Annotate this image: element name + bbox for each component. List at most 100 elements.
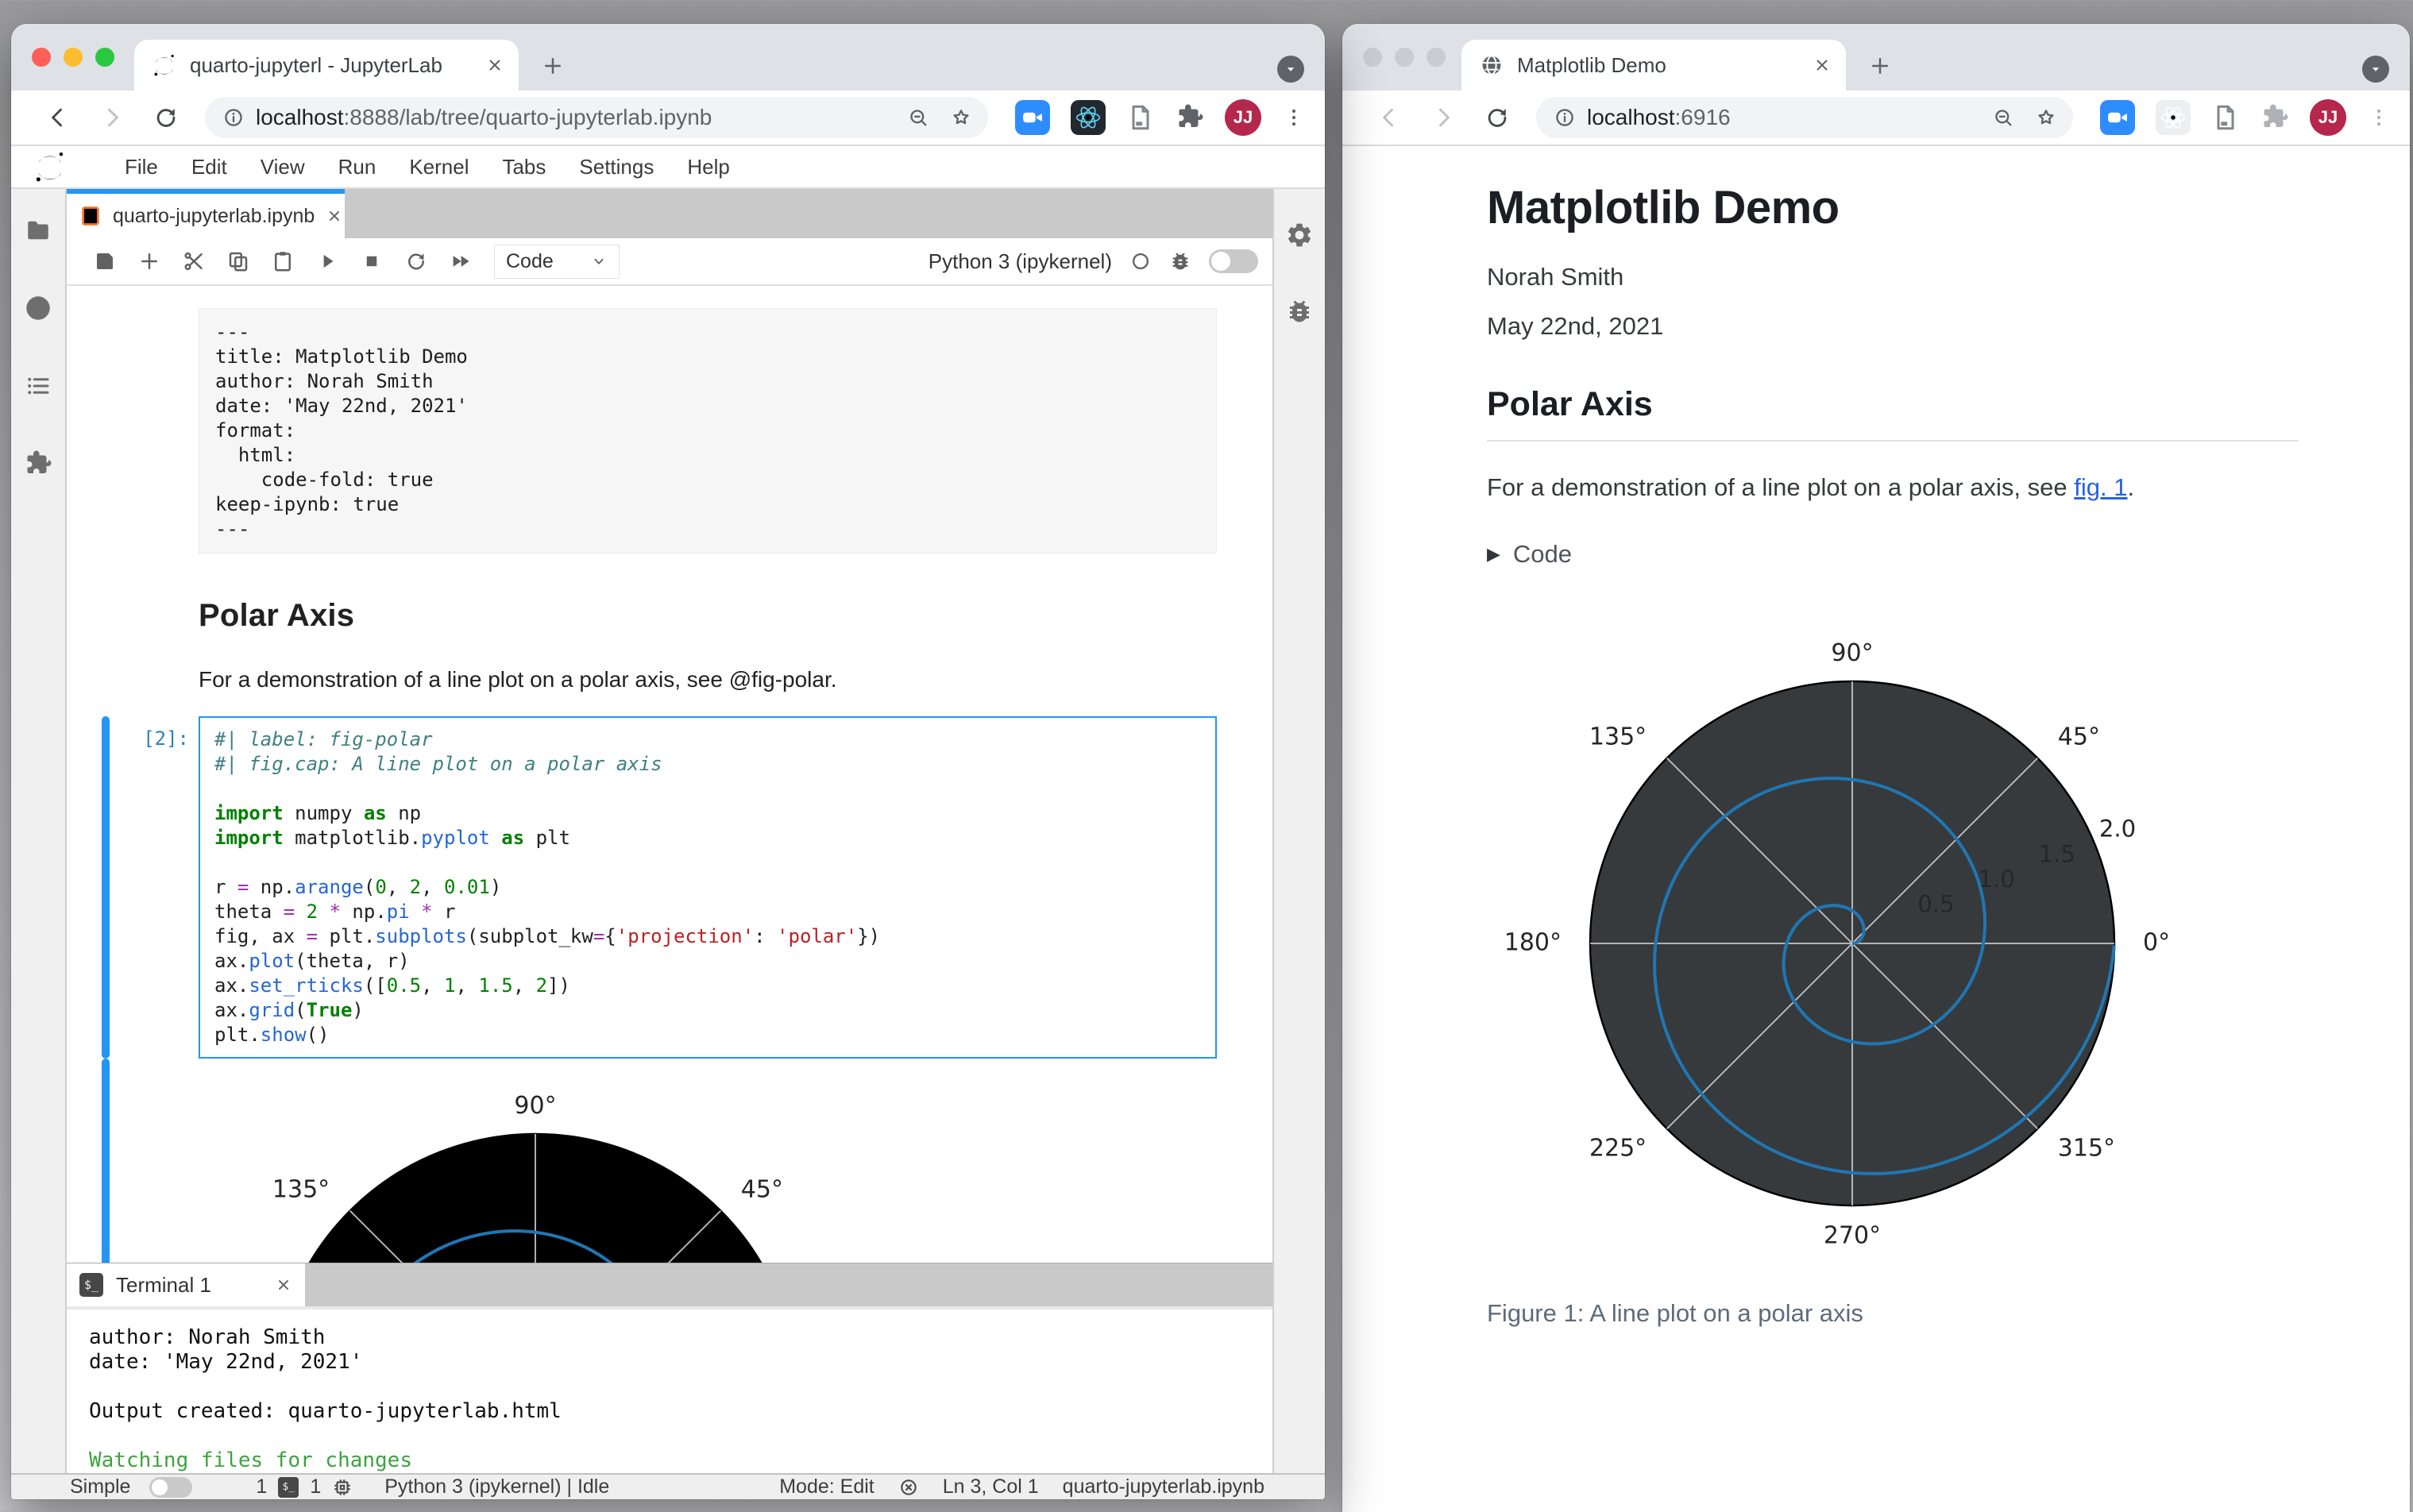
input-collapser[interactable]	[102, 716, 110, 1059]
traffic-lights[interactable]	[1363, 48, 1446, 67]
browser-menu-icon[interactable]	[2367, 106, 2391, 129]
zoom-window-button[interactable]	[1427, 48, 1446, 67]
figure-link[interactable]: fig. 1	[2074, 473, 2127, 501]
paste-cells-button[interactable]	[271, 249, 295, 273]
code-cell[interactable]: [2]: #| label: fig-polar #| fig.cap: A li…	[67, 716, 1272, 1059]
close-terminal-icon[interactable]	[275, 1276, 292, 1294]
browser-tab[interactable]: quarto-jupyterl - JupyterLab	[134, 40, 519, 91]
menu-help[interactable]: Help	[670, 155, 746, 179]
add-cell-button[interactable]	[137, 249, 161, 273]
reader-extension-icon[interactable]	[1126, 101, 1155, 134]
markdown-cell[interactable]: Polar Axis For a demonstration of a line…	[67, 598, 1272, 692]
cursor-position[interactable]: Ln 3, Col 1	[943, 1475, 1039, 1498]
code-fold-toggle[interactable]: ▶ Code	[1487, 540, 2299, 569]
zoom-out-page-icon[interactable]	[907, 106, 929, 129]
code-editor[interactable]: #| label: fig-polar #| fig.cap: A line pl…	[199, 716, 1217, 1059]
debugger-icon[interactable]	[1285, 297, 1314, 326]
browser-menu-icon[interactable]	[1282, 106, 1306, 129]
notebook-tabbar: quarto-jupyterlab.ipynb	[67, 189, 1272, 238]
close-tab-icon[interactable]	[485, 56, 504, 75]
back-button[interactable]	[1376, 104, 1403, 131]
copy-cells-button[interactable]	[226, 249, 250, 273]
terminal-output[interactable]: author: Norah Smith date: 'May 22nd, 202…	[67, 1306, 1272, 1473]
property-inspector-icon[interactable]	[1285, 221, 1314, 249]
tab-overview-button[interactable]	[2362, 56, 2389, 83]
minimize-window-button[interactable]	[64, 48, 83, 67]
yaml-cell-editor[interactable]: --- title: Matplotlib Demo author: Norah S…	[199, 308, 1217, 554]
reload-button[interactable]	[153, 104, 180, 131]
close-tab-icon[interactable]	[1813, 56, 1832, 75]
running-kernels-icon[interactable]	[24, 294, 52, 322]
menu-kernel[interactable]: Kernel	[392, 155, 485, 179]
minimize-window-button[interactable]	[1395, 48, 1414, 67]
profile-avatar[interactable]: JJ	[1225, 99, 1261, 136]
bookmark-icon[interactable]	[2035, 106, 2057, 129]
terminal-tab-label: Terminal 1	[116, 1272, 211, 1297]
new-tab-button[interactable]	[541, 54, 565, 78]
zoom-out-page-icon[interactable]	[1992, 106, 2014, 129]
simple-mode-toggle[interactable]	[149, 1476, 193, 1498]
restart-kernel-button[interactable]	[404, 249, 428, 273]
notebook-toolbar: Code Python 3 (ipykernel)	[67, 238, 1272, 286]
zoom-extension-icon[interactable]	[2100, 100, 2135, 135]
address-bar[interactable]: localhost:6916	[1536, 97, 2073, 138]
debugger-toggle-icon[interactable]	[1169, 250, 1191, 272]
polar-figure: 0° 45° 90° 135° 180° 225° 270° 315° 0.5 1.0 1.5 2.0	[1487, 604, 2299, 1283]
extensions-menu-icon[interactable]	[1176, 103, 1204, 132]
menu-settings[interactable]: Settings	[562, 155, 670, 179]
notebook-tab-label: quarto-jupyterlab.ipynb	[113, 204, 315, 227]
mode-indicator[interactable]: Mode: Edit	[779, 1475, 874, 1498]
url-text[interactable]: localhost:8888/lab/tree/quarto-jupyterla…	[256, 105, 896, 130]
notification-icon[interactable]	[898, 1477, 919, 1498]
menu-file[interactable]: File	[108, 155, 175, 179]
extensions-menu-icon[interactable]	[2260, 103, 2289, 132]
forward-button[interactable]	[98, 104, 125, 131]
reader-extension-icon[interactable]	[2211, 101, 2240, 134]
menu-view[interactable]: View	[244, 155, 322, 179]
notebook-tab[interactable]: quarto-jupyterlab.ipynb	[67, 189, 345, 238]
zoom-window-button[interactable]	[95, 48, 114, 67]
cell-type-dropdown[interactable]: Code	[494, 244, 620, 279]
menu-run[interactable]: Run	[322, 155, 393, 179]
traffic-lights[interactable]	[32, 48, 114, 67]
back-button[interactable]	[44, 104, 71, 131]
bookmark-icon[interactable]	[950, 106, 972, 129]
menu-tabs[interactable]: Tabs	[485, 155, 562, 179]
new-tab-button[interactable]	[1868, 54, 1892, 78]
file-browser-icon[interactable]	[24, 216, 52, 245]
menu-edit[interactable]: Edit	[175, 155, 244, 179]
site-info-icon[interactable]	[1554, 106, 1576, 129]
browser-navbar: localhost:6916 JJ	[1342, 91, 2410, 146]
cut-cells-button[interactable]	[182, 249, 206, 273]
tab-overview-button[interactable]	[1277, 56, 1304, 83]
raw-yaml-cell[interactable]: --- title: Matplotlib Demo author: Norah S…	[67, 308, 1272, 554]
kernel-name[interactable]: Python 3 (ipykernel)	[929, 249, 1112, 274]
close-window-button[interactable]	[32, 48, 51, 67]
forward-button[interactable]	[1430, 104, 1457, 131]
profile-avatar[interactable]: JJ	[2310, 99, 2346, 136]
interrupt-kernel-button[interactable]	[360, 249, 384, 273]
left-activity-bar	[11, 189, 67, 1473]
svg-text:90°: 90°	[514, 1092, 556, 1120]
output-collapser[interactable]	[102, 1059, 110, 1263]
close-window-button[interactable]	[1363, 48, 1382, 67]
restart-run-all-button[interactable]	[449, 249, 473, 273]
react-devtools-icon[interactable]	[1071, 100, 1106, 135]
browser-tab[interactable]: Matplotlib Demo	[1461, 40, 1846, 91]
save-button[interactable]	[93, 249, 117, 273]
notebook-scroll-area[interactable]: --- title: Matplotlib Demo author: Norah S…	[67, 286, 1272, 1263]
close-notebook-icon[interactable]	[326, 207, 343, 225]
url-text[interactable]: localhost:6916	[1587, 105, 1981, 130]
markdown-heading: Polar Axis	[199, 598, 355, 633]
kernel-status-text[interactable]: Python 3 (ipykernel) | Idle	[384, 1475, 609, 1498]
reload-button[interactable]	[1484, 104, 1511, 131]
site-info-icon[interactable]	[222, 106, 245, 129]
react-devtools-icon[interactable]	[2156, 100, 2191, 135]
run-cell-button[interactable]	[315, 249, 339, 273]
table-of-contents-icon[interactable]	[24, 372, 52, 400]
address-bar[interactable]: localhost:8888/lab/tree/quarto-jupyterla…	[205, 97, 988, 138]
zoom-extension-icon[interactable]	[1015, 100, 1050, 135]
terminal-tab[interactable]: $_ Terminal 1	[67, 1263, 305, 1306]
collaborative-toggle[interactable]	[1209, 249, 1258, 273]
extension-manager-icon[interactable]	[24, 449, 52, 478]
